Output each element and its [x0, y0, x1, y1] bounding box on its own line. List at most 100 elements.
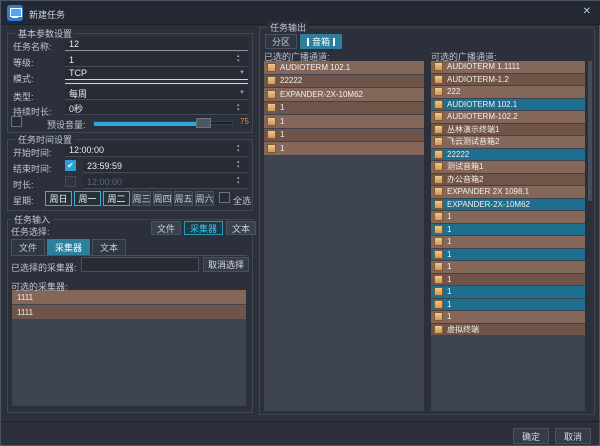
list-item[interactable]: 1: [431, 224, 585, 236]
select-all-checkbox[interactable]: [219, 192, 230, 203]
terminal-icon: [267, 130, 276, 139]
start-time-spin-arrows[interactable]: ▴▾: [237, 144, 240, 154]
selected-collector-label: 已选择的采集器:: [11, 261, 77, 274]
weekday-button[interactable]: 周一: [74, 191, 101, 206]
list-item[interactable]: 1: [431, 261, 585, 273]
list-item[interactable]: EXPANDER-2X-10M62: [264, 88, 424, 101]
list-item-label: 1: [447, 250, 451, 259]
length-spin-arrows[interactable]: ▴▾: [237, 176, 240, 186]
weekday-button[interactable]: 周日: [45, 191, 72, 206]
list-item-label: 1: [447, 300, 451, 309]
length-checkbox[interactable]: [65, 176, 76, 187]
input-tab[interactable]: 文本: [92, 239, 126, 255]
list-item[interactable]: 1: [431, 299, 585, 311]
weekday-button[interactable]: 周二: [103, 191, 130, 206]
output-tab-label: 音箱: [312, 35, 330, 48]
list-item[interactable]: AUDIOTERM 102.1: [431, 99, 585, 111]
selected-channels-list: AUDIOTERM 102.122222EXPANDER-2X-10M62111…: [263, 60, 425, 412]
list-item[interactable]: 飞云测试音箱2: [431, 136, 585, 148]
source-button[interactable]: 文件: [151, 221, 181, 235]
start-time-label: 开始时间:: [13, 146, 52, 159]
list-item[interactable]: 测试音箱1: [431, 161, 585, 173]
list-item[interactable]: 22222: [431, 149, 585, 161]
weekday-button[interactable]: 周五: [174, 191, 193, 206]
weekday-button[interactable]: 周四: [153, 191, 172, 206]
list-item[interactable]: 222: [431, 86, 585, 98]
cancel-button[interactable]: 取消: [555, 428, 591, 444]
mode-highlight-line: [65, 83, 248, 84]
list-item[interactable]: 虚拟终端: [431, 324, 585, 336]
duration-spinner[interactable]: 0秒: [65, 102, 248, 115]
terminal-icon: [434, 75, 443, 84]
ok-button[interactable]: 确定: [513, 428, 549, 444]
source-button-group: 文件采集器文本: [151, 221, 256, 235]
length-spinner[interactable]: 12:00:00: [83, 175, 248, 189]
task-input-title: 任务输入: [11, 213, 53, 226]
tab-divider: [11, 255, 247, 256]
footer-divider: [1, 421, 600, 422]
speaker-icon: [307, 38, 309, 46]
terminal-icon: [434, 225, 443, 234]
collector-list: 11111111: [11, 289, 247, 407]
list-item[interactable]: 1: [431, 286, 585, 298]
list-item[interactable]: 办公音箱2: [431, 174, 585, 186]
type-value: 每周: [69, 87, 87, 100]
weekday-button[interactable]: 周三: [132, 191, 151, 206]
weekday-button[interactable]: 周六: [195, 191, 214, 206]
output-tab[interactable]: 分区: [265, 34, 297, 49]
list-item[interactable]: 1: [431, 236, 585, 248]
terminal-icon: [434, 262, 443, 271]
list-item[interactable]: 1111: [12, 305, 246, 319]
level-spinner[interactable]: 1: [65, 53, 248, 67]
list-item[interactable]: 22222: [264, 75, 424, 88]
selected-channels-label: 已选的广播通道:: [264, 50, 330, 63]
input-tab[interactable]: 文件: [11, 239, 45, 255]
level-label: 等级:: [13, 56, 34, 69]
list-item[interactable]: 1: [264, 115, 424, 128]
end-time-spinner[interactable]: 23:59:59: [83, 159, 248, 173]
list-item-label: AUDIOTERM 102.1: [447, 100, 517, 109]
volume-slider-handle[interactable]: [196, 118, 211, 128]
list-item[interactable]: 1: [431, 274, 585, 286]
selected-collector-input[interactable]: [81, 257, 199, 272]
start-time-spinner[interactable]: 12:00:00: [65, 143, 248, 157]
input-tab[interactable]: 采集器: [47, 239, 90, 255]
list-item[interactable]: 1: [431, 311, 585, 323]
source-button[interactable]: 文本: [226, 221, 256, 235]
duration-spin-arrows[interactable]: ▴▾: [237, 103, 240, 113]
list-item[interactable]: 1: [264, 102, 424, 115]
list-item-label: 222: [447, 87, 460, 96]
terminal-icon: [434, 62, 443, 71]
source-button[interactable]: 采集器: [184, 221, 223, 235]
type-dropdown[interactable]: 每周: [65, 87, 248, 100]
list-item[interactable]: 1: [431, 211, 585, 223]
list-item[interactable]: AUDIOTERM-1.2: [431, 74, 585, 86]
end-time-checkbox[interactable]: ✔: [65, 160, 76, 171]
list-item[interactable]: 1: [431, 249, 585, 261]
list-item[interactable]: EXPANDER 2X 1098.1: [431, 186, 585, 198]
level-spin-arrows[interactable]: ▴▾: [237, 54, 240, 64]
available-channels-list: AUDIOTERM 1.1111AUDIOTERM-1.2222AUDIOTER…: [430, 60, 586, 412]
mode-dropdown[interactable]: TCP: [65, 67, 248, 80]
list-item[interactable]: 1: [264, 142, 424, 155]
terminal-icon: [434, 250, 443, 259]
deselect-button[interactable]: 取消选择: [203, 257, 249, 272]
output-tab[interactable]: 音箱: [300, 34, 342, 49]
terminal-icon: [434, 112, 443, 121]
list-item-label: 1: [280, 144, 284, 153]
mode-chevron-down-icon[interactable]: ▼: [239, 70, 245, 76]
list-item[interactable]: 1: [264, 129, 424, 142]
end-time-spin-arrows[interactable]: ▴▾: [237, 160, 240, 170]
list-item-label: 虚拟终端: [447, 324, 479, 335]
terminal-icon: [267, 76, 276, 85]
list-item[interactable]: EXPANDER-2X-10M62: [431, 199, 585, 211]
list-item[interactable]: 丛林演示终端1: [431, 124, 585, 136]
close-icon[interactable]: ✕: [583, 6, 591, 17]
type-chevron-down-icon[interactable]: ▼: [239, 90, 245, 96]
basic-params-title: 基本参数设置: [15, 27, 75, 40]
length-value: 12:00:00: [87, 177, 122, 187]
scrollbar-thumb[interactable]: [588, 61, 592, 201]
task-name-input[interactable]: 12: [65, 37, 248, 51]
terminal-icon: [267, 144, 276, 153]
list-item[interactable]: AUDIOTERM-102.2: [431, 111, 585, 123]
